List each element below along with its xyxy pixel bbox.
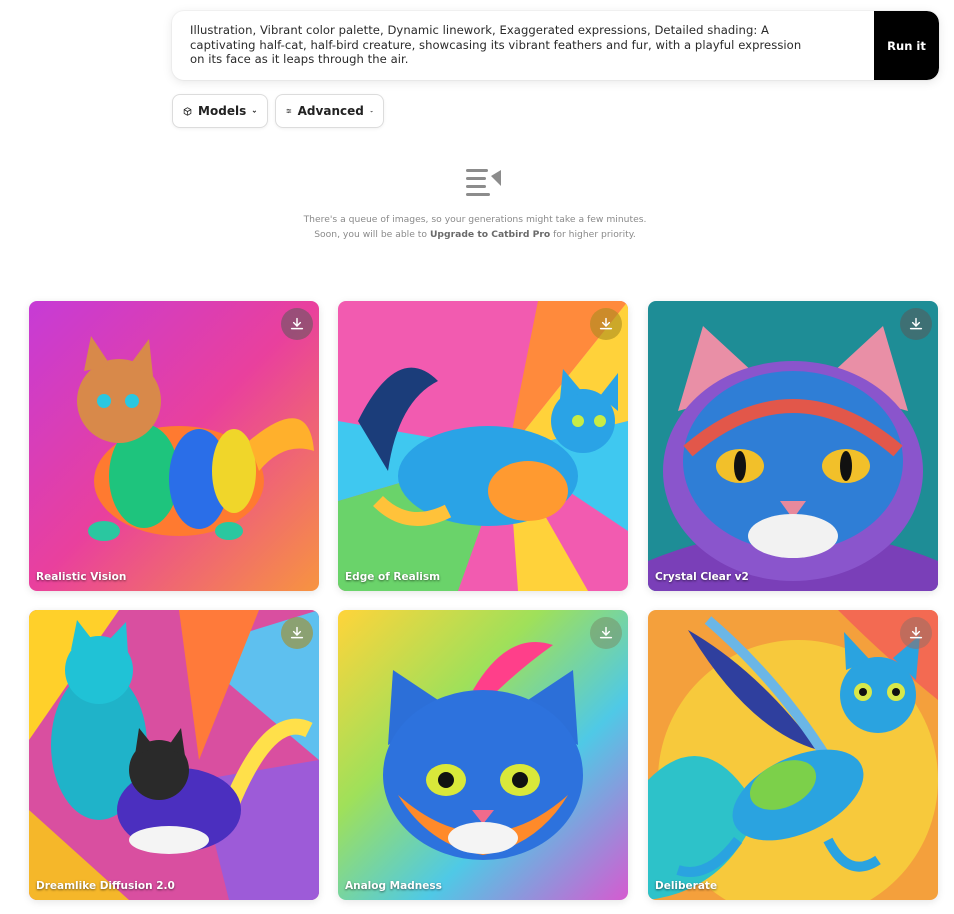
upgrade-link[interactable]: Upgrade to Catbird Pro	[430, 229, 550, 240]
model-label: Deliberate	[655, 880, 718, 892]
download-icon	[599, 626, 613, 639]
download-icon	[909, 626, 923, 639]
generated-image	[648, 610, 938, 900]
model-label: Realistic Vision	[36, 571, 127, 583]
prompt-box: Illustration, Vibrant color palette, Dyn…	[172, 11, 939, 80]
download-icon	[599, 317, 613, 330]
run-button[interactable]: Run it	[874, 11, 939, 80]
result-card[interactable]: Dreamlike Diffusion 2.0	[29, 610, 319, 900]
queue-message: There's a queue of images, so your gener…	[303, 214, 647, 225]
result-card[interactable]: Realistic Vision	[29, 301, 319, 591]
download-icon	[290, 626, 304, 639]
model-label: Edge of Realism	[345, 571, 441, 583]
download-button[interactable]	[590, 308, 622, 340]
queue-upgrade-message: Soon, you will be able to Upgrade to Cat…	[314, 229, 636, 240]
generated-image	[648, 301, 938, 591]
queue-icon	[466, 169, 501, 196]
cube-icon	[183, 106, 192, 116]
advanced-dropdown[interactable]: Advanced	[275, 94, 384, 128]
generated-image	[29, 301, 319, 591]
chevron-down-icon	[370, 110, 373, 112]
download-button[interactable]	[590, 617, 622, 649]
generated-image	[338, 301, 628, 591]
result-card[interactable]: Edge of Realism	[338, 301, 628, 591]
advanced-label: Advanced	[297, 104, 364, 118]
result-card[interactable]: Deliberate	[648, 610, 938, 900]
download-icon	[909, 317, 923, 330]
sliders-icon	[286, 108, 292, 114]
download-icon	[290, 317, 304, 330]
generated-image	[338, 610, 628, 900]
generated-image	[29, 610, 319, 900]
prompt-textarea[interactable]: Illustration, Vibrant color palette, Dyn…	[172, 11, 874, 80]
models-label: Models	[198, 104, 247, 118]
result-card[interactable]: Crystal Clear v2	[648, 301, 938, 591]
models-dropdown[interactable]: Models	[172, 94, 268, 128]
model-label: Crystal Clear v2	[655, 571, 749, 583]
chevron-down-icon	[252, 109, 257, 113]
result-card[interactable]: Analog Madness	[338, 610, 628, 900]
download-button[interactable]	[281, 308, 313, 340]
model-label: Dreamlike Diffusion 2.0	[36, 880, 175, 892]
download-button[interactable]	[900, 617, 932, 649]
download-button[interactable]	[281, 617, 313, 649]
download-button[interactable]	[900, 308, 932, 340]
model-label: Analog Madness	[345, 880, 442, 892]
